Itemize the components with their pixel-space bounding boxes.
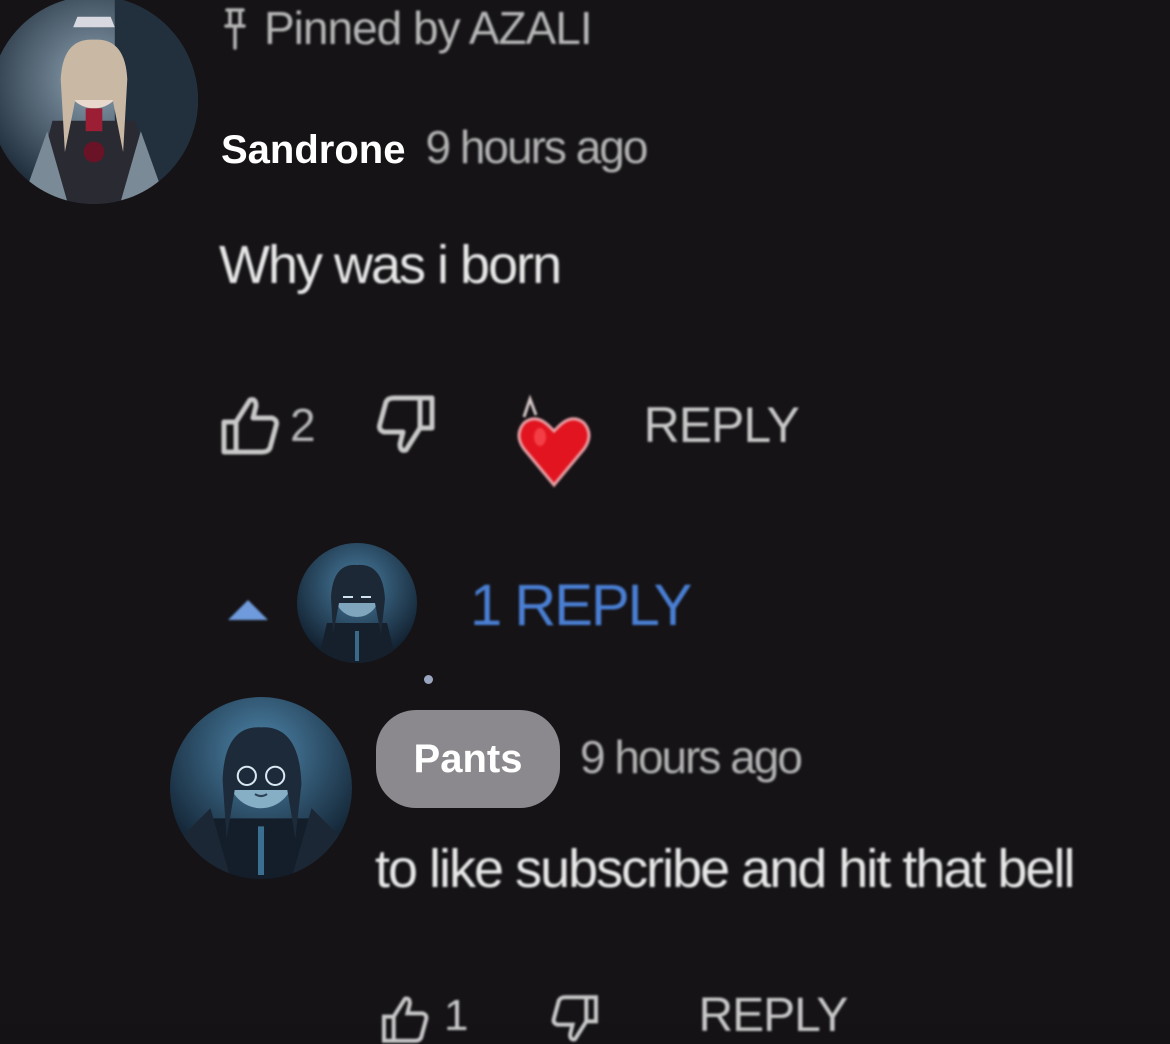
reply-actions: 1 REPLY: [380, 992, 848, 1043]
thread-dot: [424, 675, 433, 684]
caret-up-icon[interactable]: [224, 596, 272, 624]
comment-actions: 2 REPLY: [220, 390, 800, 488]
reply-text: to like subscribe and hit that bell: [375, 839, 1075, 899]
avatar-sandrone[interactable]: [0, 0, 198, 204]
reply-like-count: 1: [444, 991, 469, 1040]
reply-dislike-icon[interactable]: [550, 994, 600, 1044]
comment-timestamp[interactable]: 9 hours ago: [425, 120, 648, 174]
pinned-label: Pinned by AZALI: [224, 0, 593, 56]
reply-author-name[interactable]: Pants: [414, 737, 523, 782]
reply-like-icon[interactable]: [380, 994, 430, 1044]
dislike-icon[interactable]: [376, 394, 436, 456]
replies-count[interactable]: 1 REPLY: [470, 572, 692, 639]
reply-timestamp[interactable]: 9 hours ago: [580, 730, 803, 784]
reply-reply-button[interactable]: REPLY: [698, 992, 848, 1040]
comment-thread: Pinned by AZALI Sandrone 9 hours ago Why…: [0, 0, 1170, 1043]
like-icon[interactable]: [220, 394, 280, 456]
author-name[interactable]: Sandrone: [221, 128, 405, 173]
comment-header: Sandrone 9 hours ago: [221, 120, 648, 174]
pin-icon: [224, 8, 246, 50]
avatar-pants[interactable]: [170, 697, 352, 879]
creator-heart-icon: [512, 387, 596, 491]
avatar-pants-small[interactable]: [297, 543, 417, 663]
reply-button[interactable]: REPLY: [644, 396, 800, 454]
like-count: 2: [290, 399, 316, 451]
reply-author-chip[interactable]: Pants: [376, 710, 560, 808]
pinned-text: Pinned by AZALI: [264, 2, 593, 54]
comment-text: Why was i born: [219, 235, 562, 295]
replies-toggle[interactable]: [224, 570, 272, 650]
